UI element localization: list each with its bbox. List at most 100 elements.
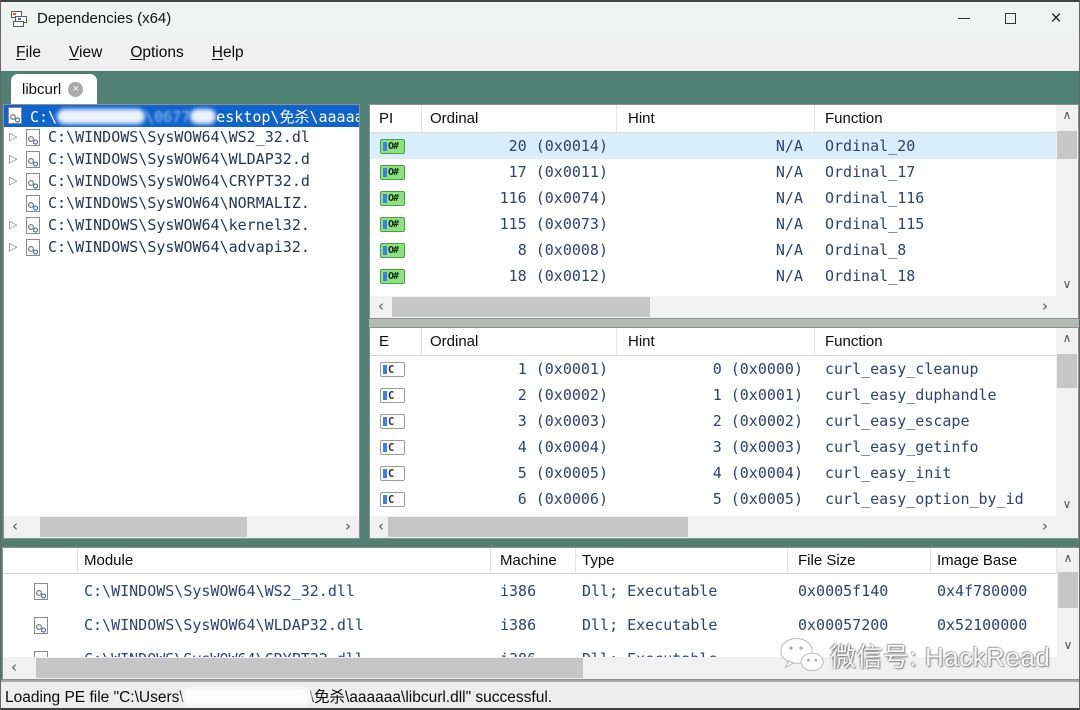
expand-arrow-icon[interactable]: ▷ bbox=[9, 218, 17, 231]
scroll-right-icon[interactable]: › bbox=[1034, 516, 1056, 538]
modules-horizontal-scrollbar[interactable]: ‹ bbox=[3, 657, 1057, 679]
app-window: Dependencies (x64) × File View Options H… bbox=[0, 0, 1080, 710]
column-header-ordinal[interactable]: Ordinal bbox=[422, 328, 617, 355]
tree-horizontal-scrollbar[interactable]: ‹ › bbox=[4, 516, 359, 538]
tree-item-advapi32[interactable]: ▷ C:\WINDOWS\SysWOW64\advapi32. bbox=[4, 237, 359, 259]
scrollbar-thumb[interactable] bbox=[1057, 354, 1077, 388]
column-header-machine[interactable]: Machine bbox=[491, 548, 576, 573]
expand-arrow-icon[interactable]: ▷ bbox=[9, 174, 17, 187]
tab-libcurl[interactable]: libcurl × bbox=[11, 74, 97, 104]
column-header-module[interactable]: Module bbox=[78, 548, 491, 573]
export-row[interactable]: C 5 (0x0005) 4 (0x0004) curl_easy_init bbox=[370, 460, 1056, 486]
scroll-left-icon[interactable]: ‹ bbox=[3, 657, 25, 679]
export-row[interactable]: C 1 (0x0001) 0 (0x0000) curl_easy_cleanu… bbox=[370, 356, 1056, 382]
scrollbar-thumb[interactable] bbox=[40, 517, 247, 537]
tab-strip: libcurl × bbox=[1, 71, 1079, 104]
import-row[interactable]: O# 17 (0x0011) N/A Ordinal_17 bbox=[370, 159, 1056, 185]
expand-arrow-icon[interactable]: ▷ bbox=[9, 130, 17, 143]
import-ordinal-icon: O# bbox=[380, 165, 405, 180]
menu-item-help[interactable]: Help bbox=[198, 35, 258, 71]
function-cell: Ordinal_20 bbox=[815, 137, 1056, 155]
column-header-pi[interactable]: PI bbox=[370, 105, 422, 132]
column-header-function[interactable]: Function bbox=[815, 105, 1056, 132]
module-cell: C:\WINDOWS\SysWOW64\WLDAP32.dll bbox=[78, 616, 491, 634]
tree-item-wldap32[interactable]: ▷ C:\WINDOWS\SysWOW64\WLDAP32.d bbox=[4, 149, 359, 171]
scrollbar-thumb[interactable] bbox=[1057, 131, 1077, 159]
column-header-icon[interactable] bbox=[3, 548, 78, 573]
tree-item-label: C:\WINDOWS\SysWOW64\advapi32. bbox=[48, 238, 310, 256]
function-cell: curl_easy_init bbox=[815, 464, 1056, 482]
function-cell: curl_easy_cleanup bbox=[815, 360, 1056, 378]
menu-item-options[interactable]: Options bbox=[116, 35, 197, 71]
expand-arrow-icon[interactable]: ▷ bbox=[9, 152, 17, 165]
imports-vertical-scrollbar[interactable]: ∧ ∨ bbox=[1056, 105, 1078, 296]
scrollbar-thumb[interactable] bbox=[1058, 572, 1078, 608]
c-export-icon: C bbox=[380, 414, 405, 429]
c-export-icon: C bbox=[380, 466, 405, 481]
tree-item-root[interactable]: C:\\0677esktop\免杀\aaaaa bbox=[4, 105, 359, 127]
scroll-down-icon[interactable]: ∨ bbox=[1056, 494, 1078, 516]
column-header-ordinal[interactable]: Ordinal bbox=[422, 105, 617, 132]
maximize-button[interactable] bbox=[987, 2, 1033, 35]
scroll-down-icon[interactable]: ∨ bbox=[1056, 274, 1078, 296]
scroll-up-icon[interactable]: ∧ bbox=[1057, 548, 1079, 570]
tree-item-kernel32[interactable]: ▷ C:\WINDOWS\SysWOW64\kernel32. bbox=[4, 215, 359, 237]
file-size-cell: 0x0005f140 bbox=[788, 582, 931, 600]
column-header-type[interactable]: Type bbox=[576, 548, 788, 573]
scroll-down-icon[interactable]: ∨ bbox=[1057, 635, 1079, 657]
hint-cell: N/A bbox=[617, 137, 815, 155]
scrollbar-thumb[interactable] bbox=[388, 517, 688, 537]
ordinal-cell: 5 (0x0005) bbox=[422, 464, 617, 482]
scrollbar-thumb[interactable] bbox=[36, 658, 583, 678]
tree-item-normaliz[interactable]: C:\WINDOWS\SysWOW64\NORMALIZ. bbox=[4, 193, 359, 215]
scroll-right-icon[interactable]: › bbox=[337, 516, 359, 538]
import-row[interactable]: O# 18 (0x0012) N/A Ordinal_18 bbox=[370, 263, 1056, 289]
module-row[interactable]: C:\WINDOWS\SysWOW64\WLDAP32.dll i386 Dll… bbox=[3, 608, 1057, 642]
modules-vertical-scrollbar[interactable]: ∧ ∨ bbox=[1057, 548, 1079, 657]
tree-item-crypt32[interactable]: ▷ C:\WINDOWS\SysWOW64\CRYPT32.d bbox=[4, 171, 359, 193]
export-row[interactable]: C 4 (0x0004) 3 (0x0003) curl_easy_getinf… bbox=[370, 434, 1056, 460]
tab-close-icon[interactable]: × bbox=[68, 82, 83, 97]
export-row[interactable]: C 6 (0x0006) 5 (0x0005) curl_easy_option… bbox=[370, 486, 1056, 512]
column-header-hint[interactable]: Hint bbox=[617, 105, 815, 132]
c-export-icon: C bbox=[380, 440, 405, 455]
hint-cell: 4 (0x0004) bbox=[617, 464, 815, 482]
column-header-hint[interactable]: Hint bbox=[617, 328, 815, 355]
column-header-e[interactable]: E bbox=[370, 328, 422, 355]
import-row[interactable]: O# 116 (0x0074) N/A Ordinal_116 bbox=[370, 185, 1056, 211]
expand-arrow-icon[interactable]: ▷ bbox=[9, 240, 17, 253]
import-row[interactable]: O# 20 (0x0014) N/A Ordinal_20 bbox=[370, 133, 1056, 159]
tree-item-ws2_32[interactable]: ▷ C:\WINDOWS\SysWOW64\WS2_32.dl bbox=[4, 127, 359, 149]
import-row[interactable]: O# 115 (0x0073) N/A Ordinal_115 bbox=[370, 211, 1056, 237]
scroll-up-icon[interactable]: ∧ bbox=[1056, 328, 1078, 350]
imports-horizontal-scrollbar[interactable]: ‹ › bbox=[370, 296, 1056, 318]
scroll-up-icon[interactable]: ∧ bbox=[1056, 105, 1078, 127]
column-header-function[interactable]: Function bbox=[815, 328, 1056, 355]
minimize-icon bbox=[958, 18, 970, 19]
menu-item-view[interactable]: View bbox=[55, 35, 116, 71]
minimize-button[interactable] bbox=[941, 2, 987, 35]
scrollbar-corner bbox=[1056, 296, 1078, 318]
ordinal-cell: 6 (0x0006) bbox=[422, 490, 617, 508]
panel-splitter[interactable] bbox=[369, 319, 1079, 327]
export-row[interactable]: C 3 (0x0003) 2 (0x0002) curl_easy_escape bbox=[370, 408, 1056, 434]
exports-vertical-scrollbar[interactable]: ∧ ∨ bbox=[1056, 328, 1078, 516]
scroll-left-icon[interactable]: ‹ bbox=[4, 516, 26, 538]
close-button[interactable]: × bbox=[1033, 2, 1079, 35]
import-row[interactable]: O# 8 (0x0008) N/A Ordinal_8 bbox=[370, 237, 1056, 263]
scroll-right-icon[interactable]: › bbox=[1034, 296, 1056, 318]
menu-item-file[interactable]: File bbox=[2, 35, 55, 71]
scrollbar-thumb[interactable] bbox=[392, 297, 650, 317]
type-cell: Dll; Executable bbox=[576, 582, 788, 600]
exports-horizontal-scrollbar[interactable]: ‹ › bbox=[370, 516, 1056, 538]
hint-cell: 1 (0x0001) bbox=[617, 386, 815, 404]
dependency-tree-panel: C:\\0677esktop\免杀\aaaaa ▷ C:\WINDOWS\Sys… bbox=[3, 104, 360, 539]
scrollbar-corner bbox=[1057, 657, 1079, 679]
module-row[interactable]: C:\WINDOWS\SysWOW64\WS2_32.dll i386 Dll;… bbox=[3, 574, 1057, 608]
column-header-file-size[interactable]: File Size bbox=[788, 548, 931, 573]
ordinal-cell: 115 (0x0073) bbox=[422, 215, 617, 233]
scroll-left-icon[interactable]: ‹ bbox=[370, 296, 392, 318]
dll-file-icon bbox=[26, 195, 40, 212]
column-header-image-base[interactable]: Image Base bbox=[931, 548, 1057, 573]
export-row[interactable]: C 2 (0x0002) 1 (0x0001) curl_easy_duphan… bbox=[370, 382, 1056, 408]
